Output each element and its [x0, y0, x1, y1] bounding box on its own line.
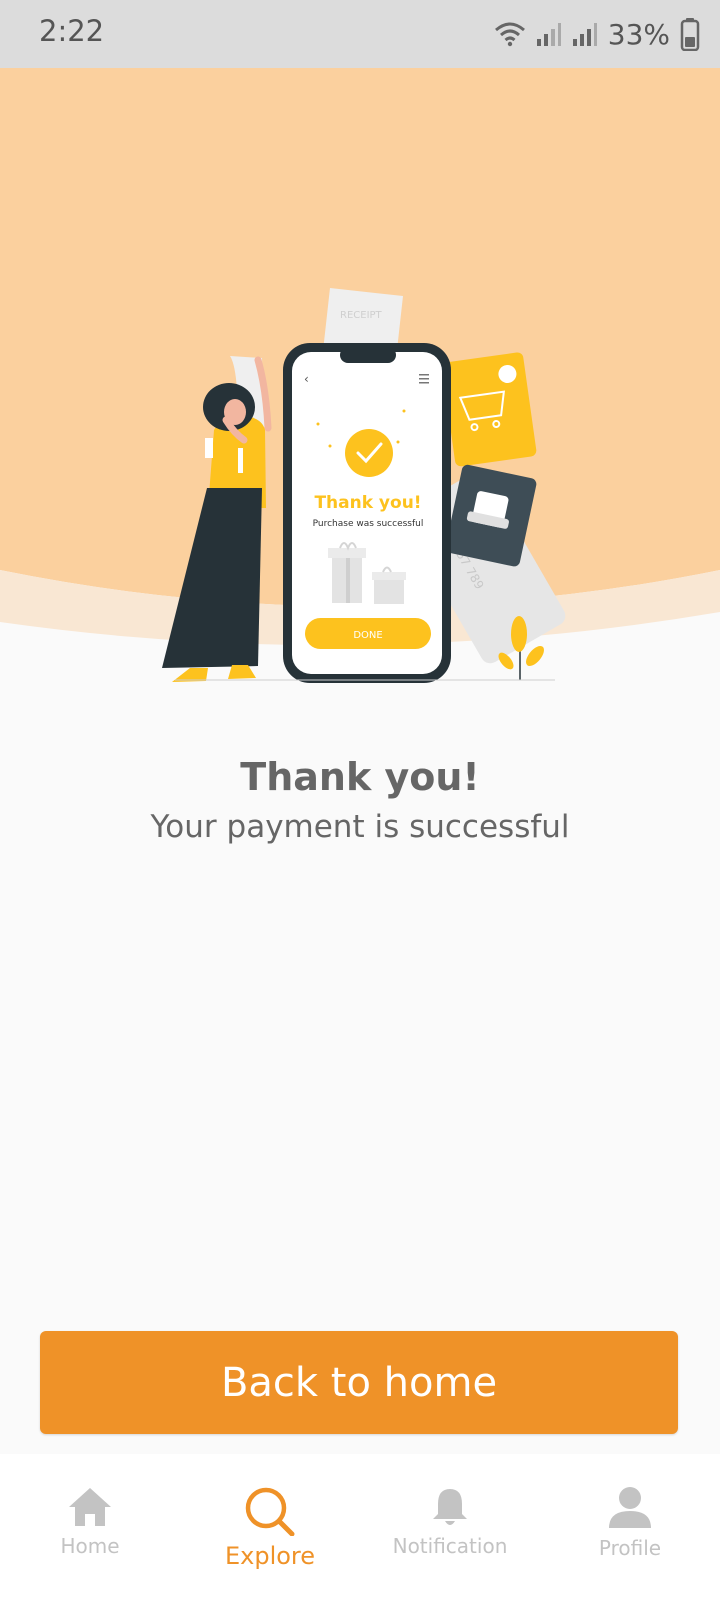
- success-subtitle: Your payment is successful: [150, 809, 570, 845]
- success-title: Thank you!: [240, 755, 480, 799]
- nav-item-notification[interactable]: Notification: [360, 1454, 540, 1600]
- person-icon: [609, 1487, 651, 1528]
- status-icons: 33%: [494, 12, 700, 56]
- receipt-text: RECEIPT: [340, 310, 383, 321]
- status-time: 2:22: [39, 14, 105, 48]
- signal-icon: [536, 23, 561, 46]
- bottom-nav: Home Explore Notification Profile: [0, 1454, 720, 1600]
- home-icon: [69, 1488, 111, 1526]
- nav-item-profile[interactable]: Profile: [540, 1454, 720, 1600]
- cart-card-illustration: [442, 352, 537, 467]
- nav-label-profile: Profile: [598, 1536, 662, 1560]
- success-message: Thank you! Your payment is successful: [0, 755, 720, 845]
- battery-percent: 33%: [607, 17, 670, 51]
- nav-item-home[interactable]: Home: [0, 1454, 180, 1600]
- svg-text:‹: ‹: [304, 372, 309, 386]
- bell-icon: [433, 1489, 467, 1525]
- nav-item-explore[interactable]: Explore: [180, 1454, 360, 1600]
- illustration-svg: RECEIPT 56 357 789 ‹ Thank you! Purchase…: [0, 68, 720, 708]
- search-icon: [245, 1487, 295, 1536]
- phone-done-text: DONE: [353, 630, 382, 641]
- back-to-home-button[interactable]: Back to home: [40, 1331, 678, 1434]
- status-bar: 2:22 33%: [0, 0, 720, 68]
- nav-label-notification: Notification: [392, 1534, 508, 1558]
- signal-icon-2: [572, 23, 597, 46]
- payment-success-illustration: RECEIPT 56 357 789 ‹ Thank you! Purchase…: [0, 68, 720, 708]
- nav-label-explore: Explore: [224, 1542, 316, 1570]
- phone-illustration: ‹ Thank you! Purchase was successful DON…: [283, 343, 451, 683]
- nav-label-home: Home: [60, 1534, 120, 1558]
- battery-icon: [680, 18, 700, 51]
- phone-thank-you-text: Thank you!: [314, 493, 421, 513]
- wifi-icon: [494, 22, 525, 47]
- phone-purchase-text: Purchase was successful: [313, 519, 424, 529]
